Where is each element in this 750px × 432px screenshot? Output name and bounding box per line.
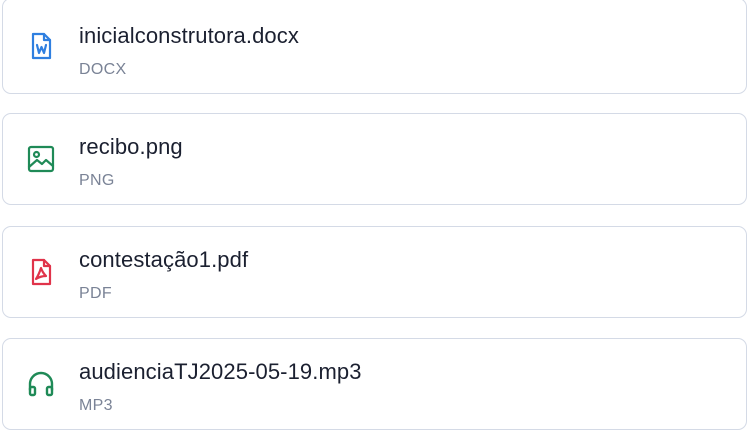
file-type: PDF [79, 285, 112, 302]
file-item-mp3[interactable]: audienciaTJ2025-05-19.mp3 MP3 [2, 338, 747, 430]
headphones-icon [25, 368, 57, 400]
file-type: PNG [79, 172, 115, 189]
file-name: audienciaTJ2025-05-19.mp3 [79, 359, 362, 384]
file-name: recibo.png [79, 134, 183, 159]
file-name: inicialconstrutora.docx [79, 23, 299, 48]
image-file-icon [25, 143, 57, 175]
file-item-png[interactable]: recibo.png PNG [2, 113, 747, 205]
file-item-pdf[interactable]: contestação1.pdf PDF [2, 226, 747, 318]
file-list: inicialconstrutora.docx DOCX recibo.png … [0, 0, 750, 432]
file-type: DOCX [79, 61, 127, 78]
pdf-file-icon [25, 256, 57, 288]
file-name: contestação1.pdf [79, 247, 249, 272]
file-item-docx[interactable]: inicialconstrutora.docx DOCX [2, 0, 747, 94]
file-type: MP3 [79, 397, 113, 414]
word-document-icon [25, 30, 57, 62]
